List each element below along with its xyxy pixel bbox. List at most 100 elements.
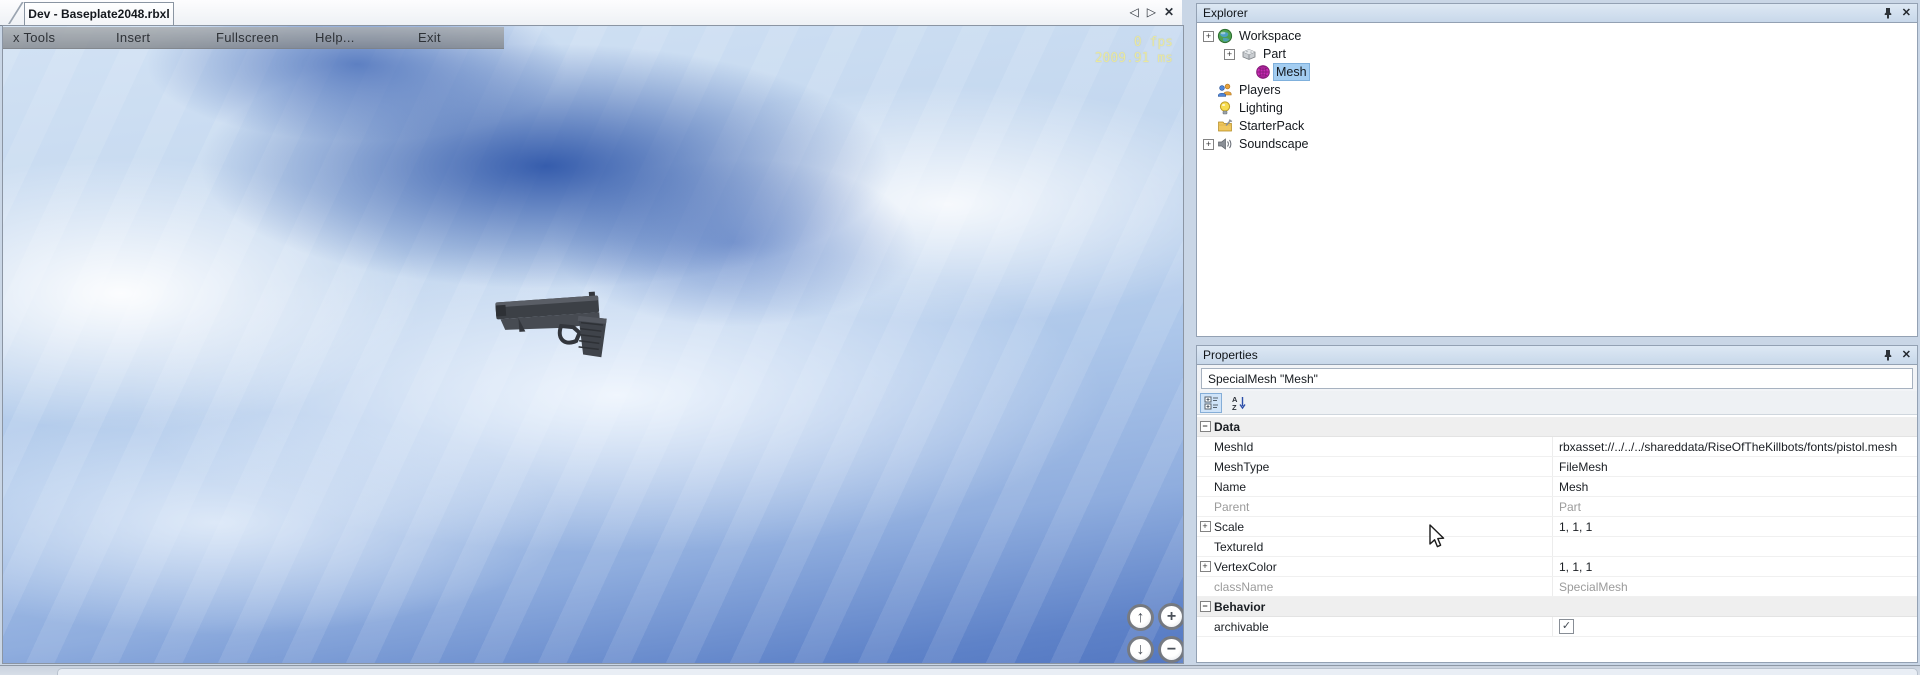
camera-down-button[interactable]: ↓ [1127,636,1154,663]
expand-property-icon[interactable]: + [1200,561,1211,572]
property-row-textureid[interactable]: TextureId [1197,537,1917,557]
tree-item-label[interactable]: Soundscape [1239,136,1309,152]
scroll-tabs-right-icon[interactable]: ▷ [1147,4,1156,20]
zoom-in-button[interactable]: + [1158,603,1184,630]
categorized-view-button[interactable] [1200,393,1222,413]
svg-text:Z: Z [1232,403,1237,411]
expand-property-icon[interactable]: + [1200,521,1211,532]
expand-toggle-icon[interactable]: + [1203,139,1214,150]
document-tab[interactable]: Dev - Baseplate2048.rbxl [24,2,174,25]
players-people-icon [1217,82,1233,98]
property-value[interactable]: 1, 1, 1 [1552,517,1917,536]
property-name: MeshId [1213,440,1552,454]
menu-item-tools[interactable]: x Tools [13,30,55,45]
alphabetical-sort-button[interactable]: A Z [1228,393,1250,413]
tree-item-label[interactable]: Part [1263,46,1286,62]
menu-item-exit[interactable]: Exit [418,30,441,45]
property-name: TextureId [1213,540,1552,554]
down-arrow-icon: ↓ [1137,642,1145,658]
tree-item-starterpack[interactable]: StarterPack [1197,117,1917,135]
close-panel-icon[interactable]: ✕ [1902,8,1911,19]
property-value: Part [1552,497,1917,516]
categorized-view-icon [1204,396,1219,410]
workspace-globe-icon [1217,28,1233,44]
part-brick-icon [1241,46,1257,62]
property-name: archivable [1213,620,1552,634]
properties-body: SpecialMesh "Mesh" A Z [1196,365,1918,663]
performance-overlay: 0 fps 2009.91 ms [1095,35,1173,67]
property-name: className [1213,580,1552,594]
selected-object-box[interactable]: SpecialMesh "Mesh" [1201,368,1913,389]
frame-time-counter: 2009.91 ms [1095,51,1173,67]
minus-icon: − [1167,642,1176,658]
fps-counter: 0 fps [1095,35,1173,51]
property-value[interactable]: FileMesh [1552,457,1917,476]
property-row-archivable[interactable]: archivable ✓ [1197,617,1917,637]
property-row-vertexcolor[interactable]: + VertexColor 1, 1, 1 [1197,557,1917,577]
property-row-meshtype[interactable]: MeshType FileMesh [1197,457,1917,477]
expand-toggle-icon[interactable]: + [1224,49,1235,60]
tree-item-part[interactable]: + Part [1197,45,1917,63]
property-row-meshid[interactable]: MeshId rbxasset://../../../shareddata/Ri… [1197,437,1917,457]
plus-icon: + [1167,609,1176,625]
scroll-tabs-left-icon[interactable]: ◁ [1129,4,1138,20]
property-row-classname[interactable]: className SpecialMesh [1197,577,1917,597]
section-label: Behavior [1213,600,1553,614]
property-name: Name [1213,480,1552,494]
tab-nav-controls: ◁ ▷ ✕ [1129,4,1174,20]
tree-item-workspace[interactable]: + Workspace [1197,27,1917,45]
section-label: Data [1213,420,1553,434]
property-section-behavior[interactable]: − Behavior [1197,597,1917,617]
tree-item-players[interactable]: Players [1197,81,1917,99]
property-grid: − Data MeshId rbxasset://../../../shared… [1197,415,1917,662]
collapse-section-icon[interactable]: − [1200,421,1211,432]
property-row-parent[interactable]: Parent Part [1197,497,1917,517]
explorer-panel: Explorer ✕ + Workspace + [1196,3,1918,337]
property-name: MeshType [1213,460,1552,474]
tree-item-label[interactable]: StarterPack [1239,118,1304,134]
property-value[interactable]: rbxasset://../../../shareddata/RiseOfThe… [1552,437,1917,456]
lighting-bulb-icon [1217,100,1233,116]
property-row-name[interactable]: Name Mesh [1197,477,1917,497]
bottom-dock-strip [0,665,1920,675]
close-panel-icon[interactable]: ✕ [1902,350,1911,361]
menu-item-insert[interactable]: Insert [116,30,150,45]
tree-item-label-selected[interactable]: Mesh [1274,64,1309,80]
tree-item-soundscape[interactable]: + Soundscape [1197,135,1917,153]
property-section-data[interactable]: − Data [1197,417,1917,437]
property-value[interactable] [1552,537,1917,556]
properties-panel: Properties ✕ SpecialMesh "Mesh" [1196,345,1918,663]
soundscape-speaker-icon [1217,136,1233,152]
menu-item-fullscreen[interactable]: Fullscreen [216,30,279,45]
property-value[interactable]: Mesh [1552,477,1917,496]
camera-up-button[interactable]: ↑ [1127,604,1154,631]
properties-toolbar: A Z [1197,391,1917,415]
game-menu-bar: x Tools Insert Fullscreen Help... Exit [3,27,504,49]
pin-icon[interactable] [1883,7,1893,19]
collapse-section-icon[interactable]: − [1200,601,1211,612]
property-value: SpecialMesh [1552,577,1917,596]
tree-item-label[interactable]: Players [1239,82,1281,98]
close-tab-icon[interactable]: ✕ [1164,4,1174,20]
property-row-scale[interactable]: + Scale 1, 1, 1 [1197,517,1917,537]
selected-object-row: SpecialMesh "Mesh" [1197,365,1917,392]
game-viewport[interactable]: x Tools Insert Fullscreen Help... Exit 0… [2,25,1184,664]
menu-item-help[interactable]: Help... [315,30,355,45]
tree-item-mesh[interactable]: Mesh [1197,63,1917,81]
properties-header: Properties ✕ [1196,345,1918,365]
pistol-mesh-object[interactable] [492,279,629,370]
archivable-checkbox[interactable]: ✓ [1559,619,1574,634]
property-name: Parent [1213,500,1552,514]
expand-toggle-icon[interactable]: + [1203,31,1214,42]
bottom-dock-inner [57,668,1918,675]
tree-item-label[interactable]: Workspace [1239,28,1301,44]
tree-item-lighting[interactable]: Lighting [1197,99,1917,117]
property-value[interactable]: 1, 1, 1 [1552,557,1917,576]
explorer-title: Explorer [1203,6,1883,20]
tree-item-label[interactable]: Lighting [1239,100,1283,116]
mouse-cursor [1428,524,1447,551]
zoom-out-button[interactable]: − [1158,636,1184,663]
document-tab-title: Dev - Baseplate2048.rbxl [28,7,169,21]
explorer-header: Explorer ✕ [1196,3,1918,23]
pin-icon[interactable] [1883,349,1893,361]
